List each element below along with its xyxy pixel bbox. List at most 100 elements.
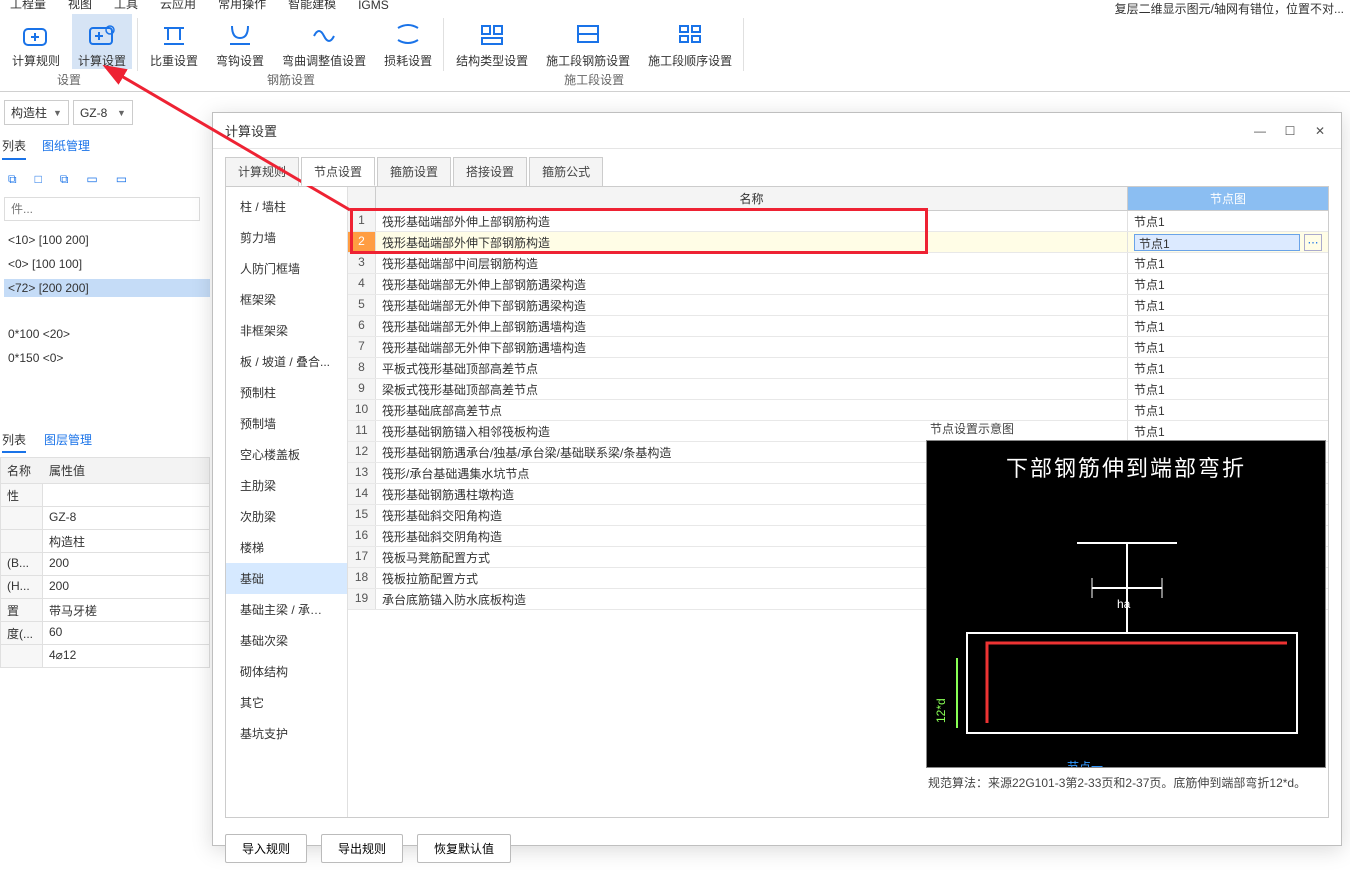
minimize-icon[interactable]: —	[1251, 124, 1269, 138]
ribbon-calc-settings[interactable]: 计算设置	[72, 14, 132, 69]
ribbon-hook[interactable]: 弯钩设置	[210, 14, 270, 69]
category-item[interactable]: 主肋梁	[226, 470, 347, 501]
grid-row[interactable]: 7筏形基础端部无外伸下部钢筋遇墙构造节点1	[348, 337, 1328, 358]
grid-row[interactable]: 5筏形基础端部无外伸下部钢筋遇梁构造节点1	[348, 295, 1328, 316]
category-item[interactable]: 空心楼盖板	[226, 439, 347, 470]
row-node-cell[interactable]: 节点1	[1128, 337, 1328, 357]
list-item[interactable]: <0> [100 100]	[4, 255, 210, 273]
category-item[interactable]: 柱 / 墙柱	[226, 191, 347, 222]
dialog-tab[interactable]: 箍筋公式	[529, 157, 603, 186]
prop-row[interactable]: (B...200	[0, 553, 210, 576]
prop-row[interactable]: 度(...60	[0, 622, 210, 645]
category-item[interactable]: 框架梁	[226, 284, 347, 315]
ribbon-bend[interactable]: 弯曲调整值设置	[276, 14, 372, 69]
category-item[interactable]: 其它	[226, 687, 347, 718]
row-node-cell[interactable]: 节点1	[1128, 379, 1328, 399]
grid-row[interactable]: 9梁板式筏形基础顶部高差节点节点1	[348, 379, 1328, 400]
maximize-icon[interactable]: ☐	[1281, 124, 1299, 138]
grid-row[interactable]: 4筏形基础端部无外伸上部钢筋遇梁构造节点1	[348, 274, 1328, 295]
ribbon-loss[interactable]: 损耗设置	[378, 14, 438, 69]
col-node[interactable]: 节点图	[1128, 187, 1328, 210]
menu-item[interactable]: 常用操作	[218, 0, 266, 12]
category-item[interactable]: 基坑支护	[226, 718, 347, 749]
category-item[interactable]: 基础	[226, 563, 347, 594]
prop-value[interactable]: 60	[43, 622, 210, 645]
category-item[interactable]: 预制柱	[226, 377, 347, 408]
ribbon-weight[interactable]: 比重设置	[144, 14, 204, 69]
category-item[interactable]: 楼梯	[226, 532, 347, 563]
prop-value[interactable]: 构造柱	[43, 530, 210, 553]
row-node-cell[interactable]: 节点1	[1128, 358, 1328, 378]
row-node-cell[interactable]: 节点1⋯	[1128, 232, 1328, 252]
label: 结构类型设置	[456, 52, 528, 69]
tab-list[interactable]: 列表	[2, 137, 26, 160]
category-item[interactable]: 次肋梁	[226, 501, 347, 532]
copy2-icon[interactable]: ⧉	[60, 172, 69, 187]
list-item[interactable]: <10> [100 200]	[4, 231, 210, 249]
dialog-tab[interactable]: 搭接设置	[453, 157, 527, 186]
row-node-cell[interactable]: 节点1	[1128, 274, 1328, 294]
category-item[interactable]: 基础主梁 / 承台梁	[226, 594, 347, 625]
dialog-tab[interactable]: 箍筋设置	[377, 157, 451, 186]
ribbon-sec-rebar[interactable]: 施工段钢筋设置	[540, 14, 636, 69]
category-item[interactable]: 剪力墙	[226, 222, 347, 253]
dialog-tab[interactable]: 节点设置	[301, 157, 375, 186]
list-item[interactable]: 0*150 <0>	[4, 349, 210, 367]
prop-row[interactable]: (H...200	[0, 576, 210, 599]
menu-item[interactable]: 智能建模	[288, 0, 336, 12]
category-item[interactable]: 非框架梁	[226, 315, 347, 346]
sel-component-name[interactable]: GZ-8▼	[73, 100, 133, 125]
delete-icon[interactable]: □	[35, 172, 42, 187]
grid-row[interactable]: 6筏形基础端部无外伸上部钢筋遇墙构造节点1	[348, 316, 1328, 337]
tab-drawing[interactable]: 图纸管理	[42, 137, 90, 160]
ribbon-calc-rule[interactable]: 计算规则	[6, 14, 66, 69]
grid-row[interactable]: 3筏形基础端部中间层钢筋构造节点1	[348, 253, 1328, 274]
prop-value[interactable]: GZ-8	[43, 507, 210, 530]
prop-value[interactable]: 200	[43, 553, 210, 576]
menu-item[interactable]: 工具	[114, 0, 138, 12]
row-node-cell[interactable]: 节点1	[1128, 316, 1328, 336]
prop-row[interactable]: 置带马牙槎	[0, 599, 210, 622]
copy-icon[interactable]: ⧉	[8, 172, 17, 187]
row-node-cell[interactable]: 节点1	[1128, 295, 1328, 315]
prop-value[interactable]: 4⌀12	[43, 645, 210, 668]
category-item[interactable]: 基础次梁	[226, 625, 347, 656]
row-node-cell[interactable]: 节点1	[1128, 253, 1328, 273]
reset-button[interactable]: 恢复默认值	[417, 834, 511, 863]
list-item[interactable]: 0*100 <20>	[4, 325, 210, 343]
menu-item[interactable]: 工程量	[10, 0, 46, 12]
grid-row[interactable]: 1筏形基础端部外伸上部钢筋构造节点1	[348, 211, 1328, 232]
grid-row[interactable]: 8平板式筏形基础顶部高差节点节点1	[348, 358, 1328, 379]
export-button[interactable]: 导出规则	[321, 834, 403, 863]
list-item-selected[interactable]: <72> [200 200]	[4, 279, 210, 297]
row-node-cell[interactable]: 节点1	[1128, 211, 1328, 231]
tab-list2[interactable]: 列表	[2, 431, 26, 453]
filter-input[interactable]	[4, 197, 200, 221]
menu-item[interactable]: 云应用	[160, 0, 196, 12]
tab-layer[interactable]: 图层管理	[44, 431, 92, 453]
menu-item[interactable]: IGMS	[358, 0, 389, 12]
import-button[interactable]: 导入规则	[225, 834, 307, 863]
prop-value[interactable]: 带马牙槎	[43, 599, 210, 622]
category-item[interactable]: 预制墙	[226, 408, 347, 439]
close-icon[interactable]: ✕	[1311, 124, 1329, 138]
ellipsis-button[interactable]: ⋯	[1304, 234, 1322, 251]
prop-name	[1, 530, 43, 553]
more-icon[interactable]: ▭	[116, 172, 127, 187]
prop-row[interactable]: 构造柱	[0, 530, 210, 553]
ribbon-sec-order[interactable]: 施工段顺序设置	[642, 14, 738, 69]
prop-value[interactable]: 200	[43, 576, 210, 599]
category-item[interactable]: 板 / 坡道 / 叠合...	[226, 346, 347, 377]
grid-row[interactable]: 2筏形基础端部外伸下部钢筋构造节点1⋯	[348, 232, 1328, 253]
category-item[interactable]: 人防门框墙	[226, 253, 347, 284]
node-edit-input[interactable]: 节点1	[1134, 234, 1300, 251]
ribbon-struct-type[interactable]: 结构类型设置	[450, 14, 534, 69]
row-name: 筏形基础端部无外伸上部钢筋遇梁构造	[376, 274, 1128, 294]
prop-row[interactable]: 4⌀12	[0, 645, 210, 668]
menu-item[interactable]: 视图	[68, 0, 92, 12]
prop-row[interactable]: GZ-8	[0, 507, 210, 530]
paste-icon[interactable]: ▭	[86, 172, 97, 187]
sel-component-type[interactable]: 构造柱▼	[4, 100, 69, 125]
category-item[interactable]: 砌体结构	[226, 656, 347, 687]
dialog-tab[interactable]: 计算规则	[225, 157, 299, 186]
